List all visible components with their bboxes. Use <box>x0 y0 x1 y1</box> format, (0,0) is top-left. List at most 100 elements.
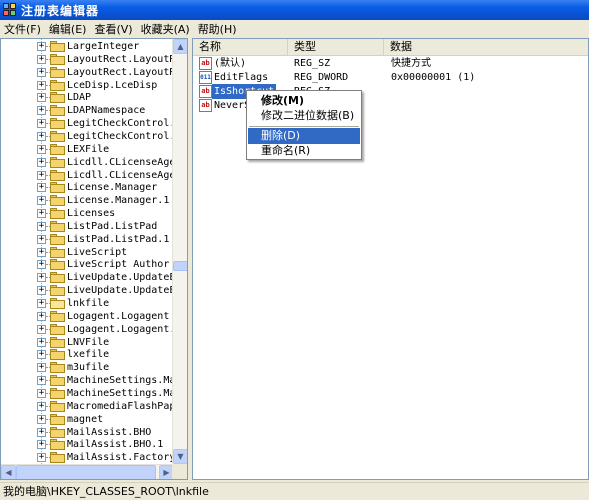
expand-toggle-icon[interactable]: + <box>37 131 46 141</box>
tree-item[interactable]: + MacromediaFlashPaper.MacromediaFlashPap… <box>1 400 174 413</box>
expand-toggle-icon[interactable]: + <box>37 67 46 77</box>
tree-item[interactable]: + LegitCheckControl.LegitCheckControl <box>1 117 174 130</box>
value-row-editflags[interactable]: 011 EditFlags REG_DWORD 0x00000001 (1) <box>193 70 588 85</box>
expand-toggle-icon[interactable]: + <box>37 221 46 231</box>
folder-icon <box>50 79 65 91</box>
tree-item[interactable]: + LDAPNamespace <box>1 104 174 117</box>
expand-toggle-icon[interactable]: + <box>37 286 46 296</box>
tree-horizontal-scrollbar[interactable]: ◀ ▶ <box>1 464 174 479</box>
tree-item-label: lxefile <box>67 349 110 361</box>
title-bar[interactable]: 注册表编辑器 <box>0 0 589 20</box>
registry-tree-pane[interactable]: + LargeInteger + LayoutRect.LayoutRect + Layo… <box>0 38 188 480</box>
scroll-down-button[interactable]: ▼ <box>173 449 187 464</box>
tree-item[interactable]: + MachineSettings.MachineSettings <box>1 374 174 387</box>
tree-item[interactable]: + lxefile <box>1 348 174 361</box>
expand-toggle-icon[interactable]: + <box>37 106 46 116</box>
tree-item[interactable]: + License.Manager <box>1 181 174 194</box>
value-data: 0x00000001 (1) <box>391 72 476 83</box>
tree-item[interactable]: + LiveScript Author <box>1 258 174 271</box>
column-header-name[interactable]: 名称 <box>193 39 288 56</box>
expand-toggle-icon[interactable]: + <box>37 453 46 463</box>
expand-toggle-icon[interactable]: + <box>37 440 46 450</box>
context-menu-modify[interactable]: 修改(M) <box>248 93 360 109</box>
tree-item[interactable]: + MailAssist.BHO <box>1 426 174 439</box>
tree-item[interactable]: + m3ufile <box>1 361 174 374</box>
expand-toggle-icon[interactable]: + <box>37 144 46 154</box>
expand-toggle-icon[interactable]: + <box>37 401 46 411</box>
tree-item[interactable]: + Logagent.Logagent <box>1 310 174 323</box>
tree-item-label: LDAP <box>67 92 92 104</box>
expand-toggle-icon[interactable]: + <box>37 414 46 424</box>
column-header-type[interactable]: 类型 <box>288 39 384 56</box>
tree-item[interactable]: + LiveScript <box>1 246 174 259</box>
scroll-left-button[interactable]: ◀ <box>1 465 16 479</box>
tree-item[interactable]: + ListPad.ListPad.1 <box>1 233 174 246</box>
expand-toggle-icon[interactable]: + <box>37 427 46 437</box>
tree-item[interactable]: + MailAssist.Factory <box>1 451 174 464</box>
expand-toggle-icon[interactable]: + <box>37 209 46 219</box>
expand-toggle-icon[interactable]: + <box>37 299 46 308</box>
expand-toggle-icon[interactable]: + <box>37 324 46 334</box>
tree-item[interactable]: + MachineSettings.MachineSettings.1 <box>1 387 174 400</box>
expand-toggle-icon[interactable]: + <box>37 311 46 321</box>
tree-item[interactable]: + Licenses <box>1 207 174 220</box>
expand-toggle-icon[interactable]: + <box>37 170 46 180</box>
expand-toggle-icon[interactable]: + <box>37 350 46 360</box>
column-header-data[interactable]: 数据 <box>384 39 588 56</box>
tree-item[interactable]: + LceDisp.LceDisp <box>1 79 174 92</box>
menu-favorites[interactable]: 收藏夹(A) <box>139 21 196 37</box>
tree-item[interactable]: + LNVFile <box>1 336 174 349</box>
expand-toggle-icon[interactable]: + <box>37 337 46 347</box>
expand-toggle-icon[interactable]: + <box>37 376 46 386</box>
expand-toggle-icon[interactable]: + <box>37 80 46 90</box>
tree-item[interactable]: + LDAP <box>1 91 174 104</box>
tree-item[interactable]: + LayoutRect.LayoutRect <box>1 53 174 66</box>
menu-view[interactable]: 查看(V) <box>92 21 138 37</box>
expand-toggle-icon[interactable]: + <box>37 157 46 167</box>
expand-toggle-icon[interactable]: + <box>37 119 46 129</box>
expand-toggle-icon[interactable]: + <box>37 183 46 193</box>
tree-item[interactable]: + LEXFile <box>1 143 174 156</box>
context-menu-delete[interactable]: 删除(D) <box>248 128 360 144</box>
expand-toggle-icon[interactable]: + <box>37 388 46 398</box>
tree-item[interactable]: + LegitCheckControl.LegitCheckControl.1 <box>1 130 174 143</box>
tree-item-label: Licdll.CLicenseAgent <box>67 156 174 168</box>
folder-icon <box>50 118 65 130</box>
context-menu-rename[interactable]: 重命名(R) <box>248 143 360 159</box>
folder-icon <box>50 323 65 335</box>
tree-item[interactable]: + License.Manager.1 <box>1 194 174 207</box>
tree-item[interactable]: + Logagent.Logagent.1 <box>1 323 174 336</box>
tree-item[interactable]: + LiveUpdate.UpdateEngine.1 <box>1 284 174 297</box>
tree-item[interactable]: + LiveUpdate.UpdateEngine <box>1 271 174 284</box>
tree-item[interactable]: + magnet <box>1 413 174 426</box>
expand-toggle-icon[interactable]: + <box>37 260 46 270</box>
value-row-default[interactable]: ab (默认) REG_SZ 快捷方式 <box>193 56 588 71</box>
folder-icon <box>50 439 65 451</box>
expand-toggle-icon[interactable]: + <box>37 42 46 51</box>
tree-item[interactable]: + Licdll.CLicenseAgent.1 <box>1 169 174 182</box>
tree-item[interactable]: + LayoutRect.LayoutRect.1 <box>1 66 174 79</box>
tree-item[interactable]: + lnkfile <box>1 297 174 310</box>
expand-toggle-icon[interactable]: + <box>37 363 46 373</box>
expand-toggle-icon[interactable]: + <box>37 273 46 283</box>
tree-item-label: LiveUpdate.UpdateEngine <box>67 272 174 284</box>
horizontal-scroll-thumb[interactable] <box>16 465 156 479</box>
expand-toggle-icon[interactable]: + <box>37 247 46 257</box>
menu-edit[interactable]: 编辑(E) <box>47 21 93 37</box>
tree-item[interactable]: + Licdll.CLicenseAgent <box>1 156 174 169</box>
expand-toggle-icon[interactable]: + <box>37 93 46 103</box>
expand-toggle-icon[interactable]: + <box>37 54 46 64</box>
tree-item[interactable]: + ListPad.ListPad <box>1 220 174 233</box>
expand-toggle-icon[interactable]: + <box>37 234 46 244</box>
tree-item[interactable]: + LargeInteger <box>1 40 174 53</box>
scroll-up-button[interactable]: ▲ <box>173 39 187 54</box>
expand-toggle-icon[interactable]: + <box>37 196 46 206</box>
menu-file[interactable]: 文件(F) <box>2 21 47 37</box>
tree-item-label: magnet <box>67 413 104 425</box>
menu-help[interactable]: 帮助(H) <box>196 21 243 37</box>
value-type: REG_SZ <box>294 58 331 69</box>
tree-item[interactable]: + MailAssist.BHO.1 <box>1 438 174 451</box>
context-menu-modify-binary[interactable]: 修改二进位数据(B) <box>248 108 360 124</box>
tree-vertical-scrollbar[interactable]: ▲ ▼ <box>172 39 187 464</box>
scroll-thumb[interactable] <box>173 261 187 271</box>
